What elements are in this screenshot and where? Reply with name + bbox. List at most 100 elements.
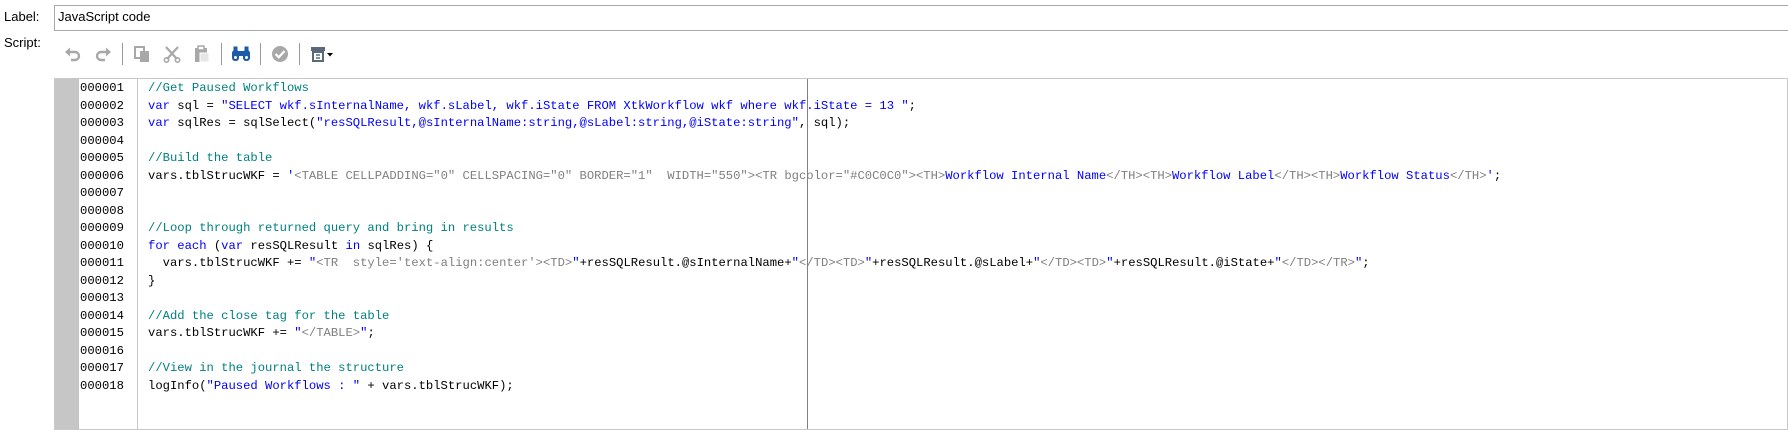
code-text: } [146, 273, 155, 291]
code-token-tag: <TD> [835, 256, 865, 270]
code-line[interactable]: 000015 vars.tblStrucWKF += "</TABLE>"; [55, 325, 1501, 343]
code-token-string: Workflow Internal Name [945, 168, 1107, 183]
code-line[interactable]: 000013 [55, 290, 1501, 308]
code-token-plain: vars.tblStrucWKF = [148, 168, 287, 183]
line-number: 000012 [80, 273, 124, 288]
script-editor[interactable]: 000001 //Get Paused Workflows 000002 var sq… [54, 78, 1788, 430]
code-token-tag: </TD> [1040, 256, 1077, 270]
code-token-plain: sqlRes) { [360, 238, 434, 253]
code-text: //Add the close tag for the table [146, 308, 389, 326]
line-number: 000011 [80, 256, 124, 270]
line-number: 000016 [80, 343, 124, 358]
toolbar-separator [299, 43, 300, 65]
code-token-tag: </TD> [799, 256, 836, 270]
line-number: 000009 [80, 221, 124, 235]
code-line[interactable]: 000005 //Build the table [55, 150, 1501, 168]
code-token-string: " [1274, 256, 1282, 270]
code-token-tag: <TH> [915, 168, 946, 183]
redo-icon [93, 44, 113, 64]
code-token-tag: </TH> [1274, 168, 1311, 183]
code-line[interactable]: 000004 [55, 133, 1501, 151]
code-token-plain: logInfo( [148, 378, 207, 393]
code-line[interactable]: 000001 //Get Paused Workflows [55, 80, 1501, 98]
code-token-tag: </TABLE> [301, 326, 361, 340]
code-token-keyword: var [148, 98, 170, 113]
code-token-plain: ; [1362, 256, 1370, 270]
code-token-tag: </TH> [1449, 168, 1487, 183]
binoculars-icon [230, 44, 252, 64]
code-line[interactable]: 000016 [55, 343, 1501, 361]
label-field-label: Label: [4, 9, 40, 24]
code-token-plain: sqlRes = sqlSelect( [169, 116, 317, 130]
find-button[interactable] [226, 39, 256, 69]
line-number: 000004 [80, 133, 124, 148]
cut-button[interactable] [157, 39, 187, 69]
code-token-keyword: var [148, 116, 170, 130]
code-token-keyword: for each [148, 238, 207, 253]
line-number: 000017 [80, 361, 124, 375]
code-line[interactable]: 000003 var sqlRes = sqlSelect("resSQLResu… [55, 115, 1501, 133]
paste-button[interactable] [187, 39, 217, 69]
code-token-comment: //Build the table [148, 151, 273, 165]
code-line[interactable]: 000011 vars.tblStrucWKF += " <TR style='t… [55, 255, 1501, 273]
line-number: 000010 [80, 238, 124, 253]
toolbar-separator [221, 43, 222, 65]
code-token-tag: <TR style='text-align:center'> [316, 256, 543, 270]
code-token-tag: <TR bgcolor="#C0C0C0"> [755, 168, 916, 183]
code-token-string: "SELECT wkf.sInternalName, wkf.sLabel, w… [221, 98, 909, 113]
code-token-plain: ; [908, 98, 916, 113]
label-input[interactable]: JavaScript code [54, 5, 1788, 31]
code-token-tag: </TD> [1281, 256, 1319, 270]
code-token-string: "Paused Workflows : " [206, 378, 361, 393]
code-text: var sql = "SELECT wkf.sInternalName, wkf… [146, 98, 916, 116]
code-line[interactable]: 000008 [55, 203, 1501, 221]
cut-icon [162, 44, 182, 64]
check-syntax-button[interactable] [265, 39, 295, 69]
code-text: //Get Paused Workflows [146, 80, 309, 98]
code-text: vars.tblStrucWKF = ' <TABLE CELLPADDING="… [146, 168, 1501, 186]
code-line[interactable]: 000002 var sql = "SELECT wkf.sInternalNam… [55, 98, 1501, 116]
undo-button[interactable] [58, 39, 88, 69]
insert-menu-button[interactable] [304, 39, 340, 69]
code-token-plain: + vars.tblStrucWKF); [360, 378, 514, 393]
copy-button[interactable] [127, 39, 157, 69]
code-token-plain: , sql); [798, 116, 851, 130]
redo-button[interactable] [88, 39, 118, 69]
code-token-string: Workflow Label [1171, 168, 1275, 183]
code-token-plain: ; [367, 326, 375, 340]
line-number: 000007 [80, 186, 124, 200]
code-token-comment: //Loop through returned query and bring … [148, 221, 514, 235]
code-line[interactable]: 000014 //Add the close tag for the table [55, 308, 1501, 326]
code-token-plain: +resSQLResult.@sLabel+ [872, 256, 1034, 270]
check-icon [270, 44, 290, 64]
code-token-plain: vars.tblStrucWKF += [148, 326, 295, 340]
code-token-plain: +resSQLResult.@iState+ [1113, 256, 1275, 270]
code-token-tag: <TD> [1076, 256, 1107, 270]
code-token-plain: vars.tblStrucWKF += [148, 256, 309, 270]
insert-dropdown-icon [309, 44, 335, 64]
code-line[interactable]: 000017 //View in the journal the structur… [55, 360, 1501, 378]
code-token-comment: //View in the journal the structure [148, 361, 404, 375]
code-token-tag: <TD> [542, 256, 573, 270]
code-area[interactable]: 000001 //Get Paused Workflows 000002 var sq… [55, 80, 1501, 395]
code-text: logInfo("Paused Workflows : " + vars.tbl… [146, 378, 514, 396]
code-token-plain: +resSQLResult.@sInternalName+ [579, 256, 792, 270]
code-token-tag: <TABLE CELLPADDING="0" CELLSPACING="0" B… [294, 168, 756, 183]
code-text: //Loop through returned query and bring … [146, 220, 514, 238]
code-line[interactable]: 000012} [55, 273, 1501, 291]
code-token-string: ' [1486, 168, 1494, 183]
code-line[interactable]: 000009 //Loop through returned query and … [55, 220, 1501, 238]
code-line[interactable]: 000010 for each (var resSQLResult in sqlR… [55, 238, 1501, 256]
line-number: 000018 [80, 378, 124, 393]
line-number: 000015 [80, 326, 124, 340]
code-line[interactable]: 000007 [55, 185, 1501, 203]
code-line[interactable]: 000018 logInfo("Paused Workflows : " + va… [55, 378, 1501, 396]
script-field-label: Script: [4, 35, 41, 50]
line-number: 000006 [80, 168, 124, 183]
code-line[interactable]: 000006 vars.tblStrucWKF = ' <TABLE CELLPAD… [55, 168, 1501, 186]
